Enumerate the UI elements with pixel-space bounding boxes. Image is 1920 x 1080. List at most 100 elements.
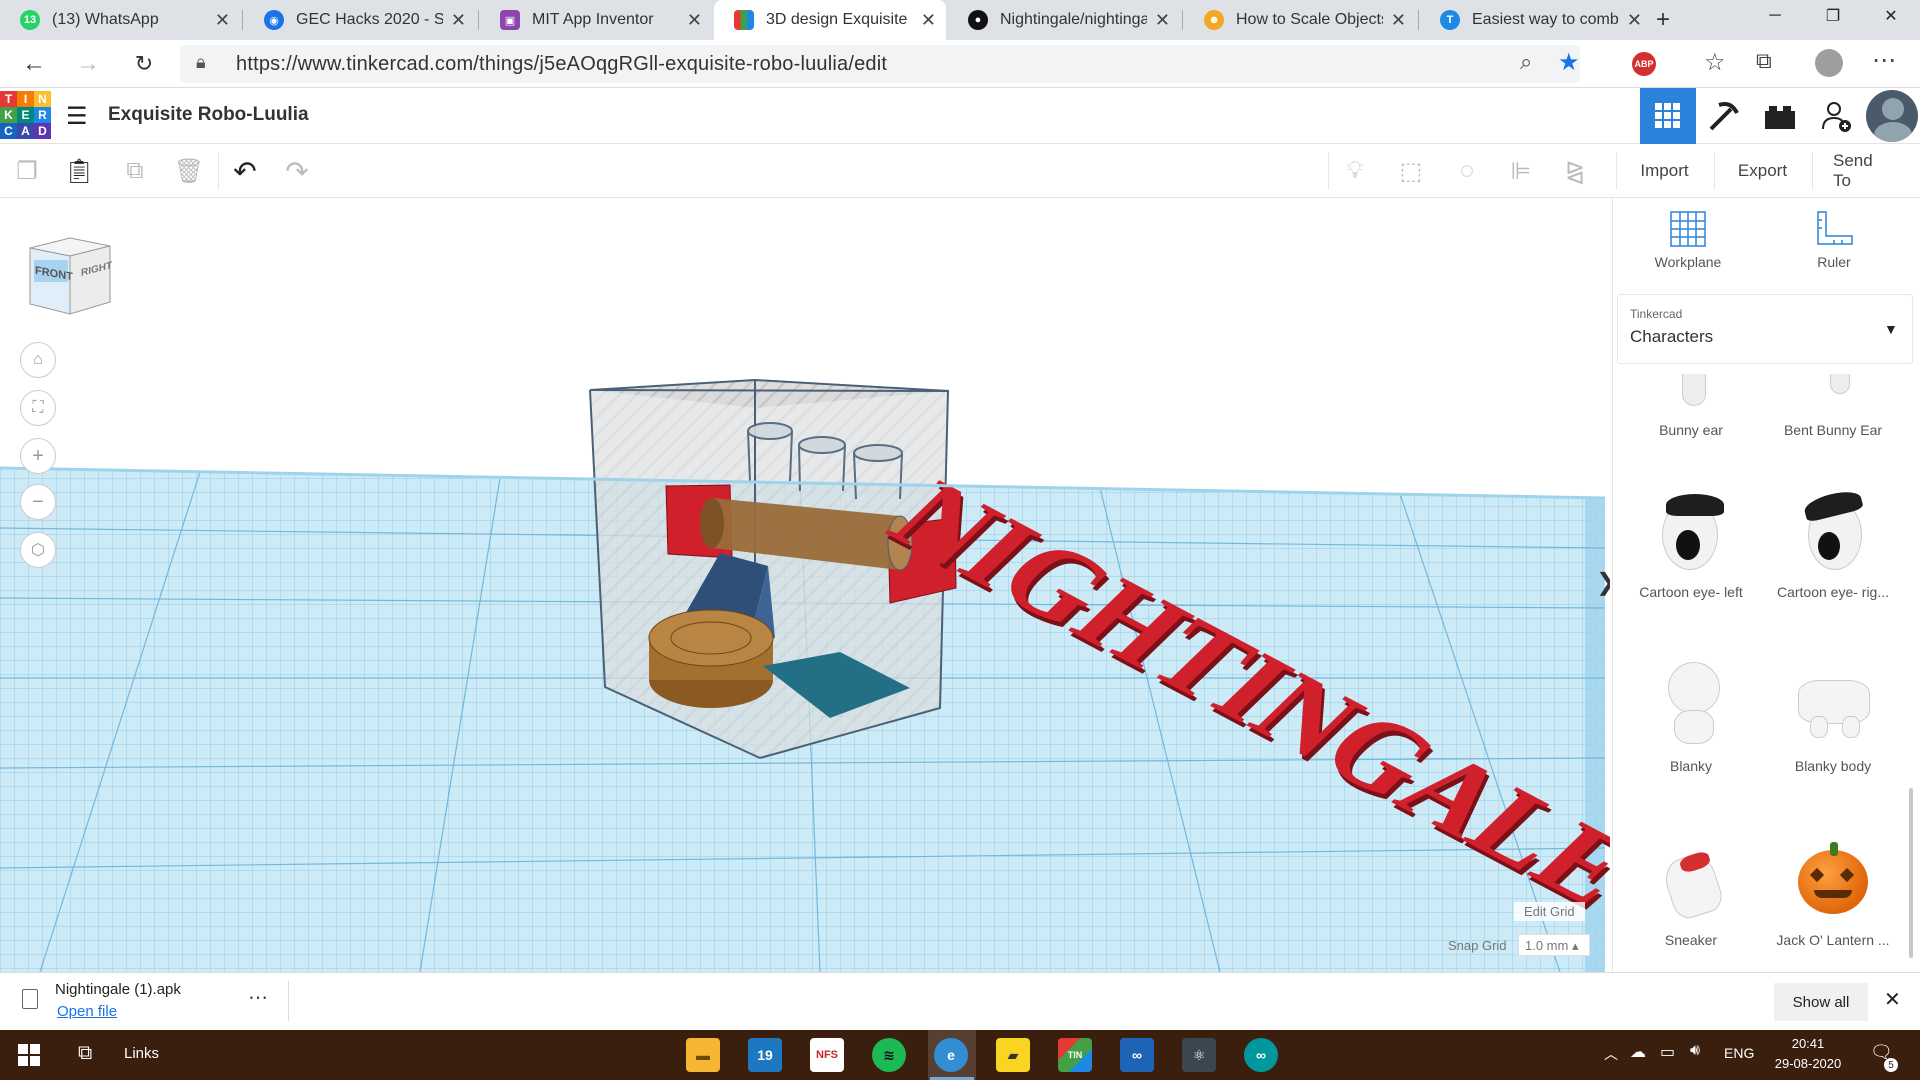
import-button[interactable]: Import — [1616, 152, 1712, 190]
zoom-in-icon[interactable]: + — [20, 438, 56, 474]
export-button[interactable]: Export — [1714, 152, 1810, 190]
grid-view-icon — [1655, 103, 1680, 128]
mirror-icon[interactable]: ⧎ — [1558, 154, 1592, 188]
tab-whatsapp[interactable]: 13 (13) WhatsApp ✕ — [0, 0, 240, 40]
sticky-notes-icon[interactable]: ▰ — [996, 1038, 1030, 1072]
edit-grid-button[interactable]: Edit Grid — [1514, 902, 1585, 921]
home-view-icon[interactable]: ⌂ — [20, 342, 56, 378]
ungroup-icon[interactable]: ◌ — [1450, 154, 1484, 188]
shape-jack-o-lantern[interactable]: Jack O' Lantern ... — [1763, 834, 1903, 948]
tinkercad-logo[interactable]: T I N K E R C A D — [0, 91, 52, 139]
zoom-out-icon[interactable]: − — [20, 484, 56, 520]
refresh-button[interactable]: ↻ — [126, 46, 162, 82]
windows-start-icon[interactable] — [18, 1044, 40, 1071]
design-title[interactable]: Exquisite Robo-Luulia — [108, 104, 309, 126]
spotify-icon[interactable]: ≋ — [872, 1038, 906, 1072]
shape-sneaker[interactable]: Sneaker — [1621, 834, 1761, 948]
tab-instructables[interactable]: ☻ How to Scale Objects - ✕ — [1184, 0, 1416, 40]
atom-icon[interactable]: ⚛︎ — [1182, 1038, 1216, 1072]
clock-date[interactable]: 29-08-2020 — [1768, 1056, 1848, 1071]
tinkercad-app-icon[interactable]: TIN — [1058, 1038, 1092, 1072]
delete-icon[interactable]: 🗑︎ — [172, 154, 206, 188]
arduino-ide-icon[interactable]: ∞ — [1244, 1038, 1278, 1072]
user-avatar[interactable] — [1866, 90, 1918, 142]
tab-gec-hacks[interactable]: ◉ GEC Hacks 2020 - Surv ✕ — [244, 0, 476, 40]
tab-easiest-way[interactable]: T Easiest way to combin ✕ — [1420, 0, 1652, 40]
show-all-button[interactable]: Show all — [1774, 983, 1868, 1021]
shape-cartoon-eye-right[interactable]: Cartoon eye- rig... — [1763, 486, 1903, 600]
new-tab-button[interactable]: + — [1656, 6, 1670, 34]
download-more-icon[interactable]: ⋯ — [248, 985, 268, 1010]
bricks-button[interactable] — [1752, 88, 1808, 144]
close-tab-icon[interactable]: ✕ — [451, 10, 466, 31]
shape-library-select[interactable]: Tinkercad Characters ▼ — [1617, 294, 1913, 364]
invite-user-button[interactable] — [1808, 88, 1864, 144]
align-icon[interactable]: ⊫ — [1504, 154, 1538, 188]
download-filename[interactable]: Nightingale (1).apk — [55, 981, 181, 998]
collections-icon[interactable]: ⧉ — [1756, 48, 1772, 74]
lightbulb-icon[interactable]: 💡︎ — [1338, 154, 1372, 188]
shape-blanky[interactable]: Blanky — [1621, 660, 1761, 774]
perspective-icon[interactable]: ⬡ — [20, 532, 56, 568]
3d-workspace[interactable]: NIGHTINGALE NIGHTINGALE FRONT RIGHT ⌂ ⛶ … — [0, 198, 1610, 972]
copy-icon[interactable]: ❐ — [10, 154, 44, 188]
tab-github[interactable]: ● Nightingale/nightingal ✕ — [948, 0, 1180, 40]
minimize-button[interactable]: ─ — [1746, 0, 1804, 32]
forward-button[interactable]: → — [70, 46, 106, 82]
open-file-link[interactable]: Open file — [57, 1003, 117, 1020]
task-view-icon[interactable]: ⧉ — [78, 1042, 92, 1065]
favorites-icon[interactable]: ☆ — [1704, 48, 1726, 77]
paste-icon[interactable]: 📋︎ — [62, 154, 96, 188]
panel-scrollbar[interactable] — [1909, 788, 1913, 958]
close-tab-icon[interactable]: ✕ — [1155, 10, 1170, 31]
close-tab-icon[interactable]: ✕ — [687, 10, 702, 31]
language-indicator[interactable]: ENG — [1724, 1045, 1754, 1061]
codeblocks-button[interactable] — [1696, 88, 1752, 144]
links-toolbar[interactable]: Links — [124, 1045, 159, 1062]
address-bar[interactable]: 🔒︎ https://www.tinkercad.com/things/j5eA… — [180, 45, 1580, 83]
zoom-icon[interactable]: ⌕ — [1520, 49, 1532, 75]
design-list-icon[interactable]: ☰ — [66, 102, 88, 131]
group-icon[interactable]: ⬚ — [1394, 154, 1428, 188]
close-tab-icon[interactable]: ✕ — [215, 10, 230, 31]
shape-bunny-ear[interactable]: Bunny ear — [1621, 374, 1761, 438]
duplicate-icon[interactable]: ⧉ — [118, 154, 152, 188]
more-menu-icon[interactable]: ⋯ — [1872, 46, 1896, 75]
fit-view-icon[interactable]: ⛶ — [20, 390, 56, 426]
arduino-create-icon[interactable]: ∞ — [1120, 1038, 1154, 1072]
ruler-button[interactable]: Ruler — [1779, 206, 1889, 270]
close-tab-icon[interactable]: ✕ — [1391, 10, 1406, 31]
clock-time[interactable]: 20:41 — [1768, 1036, 1848, 1051]
calendar-icon[interactable]: 19 — [748, 1038, 782, 1072]
back-button[interactable]: ← — [16, 46, 52, 82]
close-tab-icon[interactable]: ✕ — [1627, 10, 1642, 31]
adblock-icon[interactable]: ABP — [1632, 52, 1656, 76]
redo-icon[interactable]: ↷ — [280, 154, 314, 188]
favorite-star-icon[interactable]: ★ — [1558, 48, 1580, 77]
workplane-button[interactable]: Workplane — [1633, 206, 1743, 270]
battery-icon[interactable]: ▭ — [1660, 1042, 1675, 1062]
close-window-button[interactable]: ✕ — [1862, 0, 1920, 32]
shape-bent-bunny-ear[interactable]: Bent Bunny Ear — [1763, 374, 1903, 438]
file-explorer-icon[interactable]: ▬ — [686, 1038, 720, 1072]
onedrive-icon[interactable]: ☁︎ — [1630, 1042, 1646, 1062]
volume-icon[interactable]: 🔊︎ — [1690, 1042, 1700, 1060]
undo-icon[interactable]: ↶ — [228, 154, 262, 188]
maximize-button[interactable]: ❐ — [1804, 0, 1862, 32]
tab-title: Easiest way to combin — [1472, 11, 1619, 28]
show-hidden-icons[interactable]: ︿ — [1604, 1044, 1618, 1064]
view-cube[interactable]: FRONT RIGHT — [26, 234, 114, 318]
close-download-bar-icon[interactable]: ✕ — [1884, 987, 1901, 1012]
shape-blanky-body[interactable]: Blanky body — [1763, 660, 1903, 774]
send-to-button[interactable]: Send To — [1812, 151, 1912, 190]
tab-app-inventor[interactable]: ▣ MIT App Inventor ✕ — [480, 0, 712, 40]
edit-toolbar: ❐ 📋︎ ⧉ 🗑︎ ↶ ↷ 💡︎ ⬚ ◌ ⊫ ⧎ Import Export S… — [0, 144, 1920, 198]
close-tab-icon[interactable]: ✕ — [921, 10, 936, 31]
collapse-panel-icon[interactable]: ❯ — [1596, 568, 1610, 597]
snap-grid-select[interactable]: 1.0 mm ▴ — [1518, 934, 1590, 956]
profile-avatar[interactable] — [1815, 49, 1843, 77]
3d-view-button[interactable] — [1640, 88, 1696, 144]
tab-tinkercad[interactable]: 3D design Exquisite Ro ✕ — [714, 0, 946, 40]
nfs-game-icon[interactable]: NFS — [810, 1038, 844, 1072]
shape-cartoon-eye-left[interactable]: Cartoon eye- left — [1621, 486, 1761, 600]
